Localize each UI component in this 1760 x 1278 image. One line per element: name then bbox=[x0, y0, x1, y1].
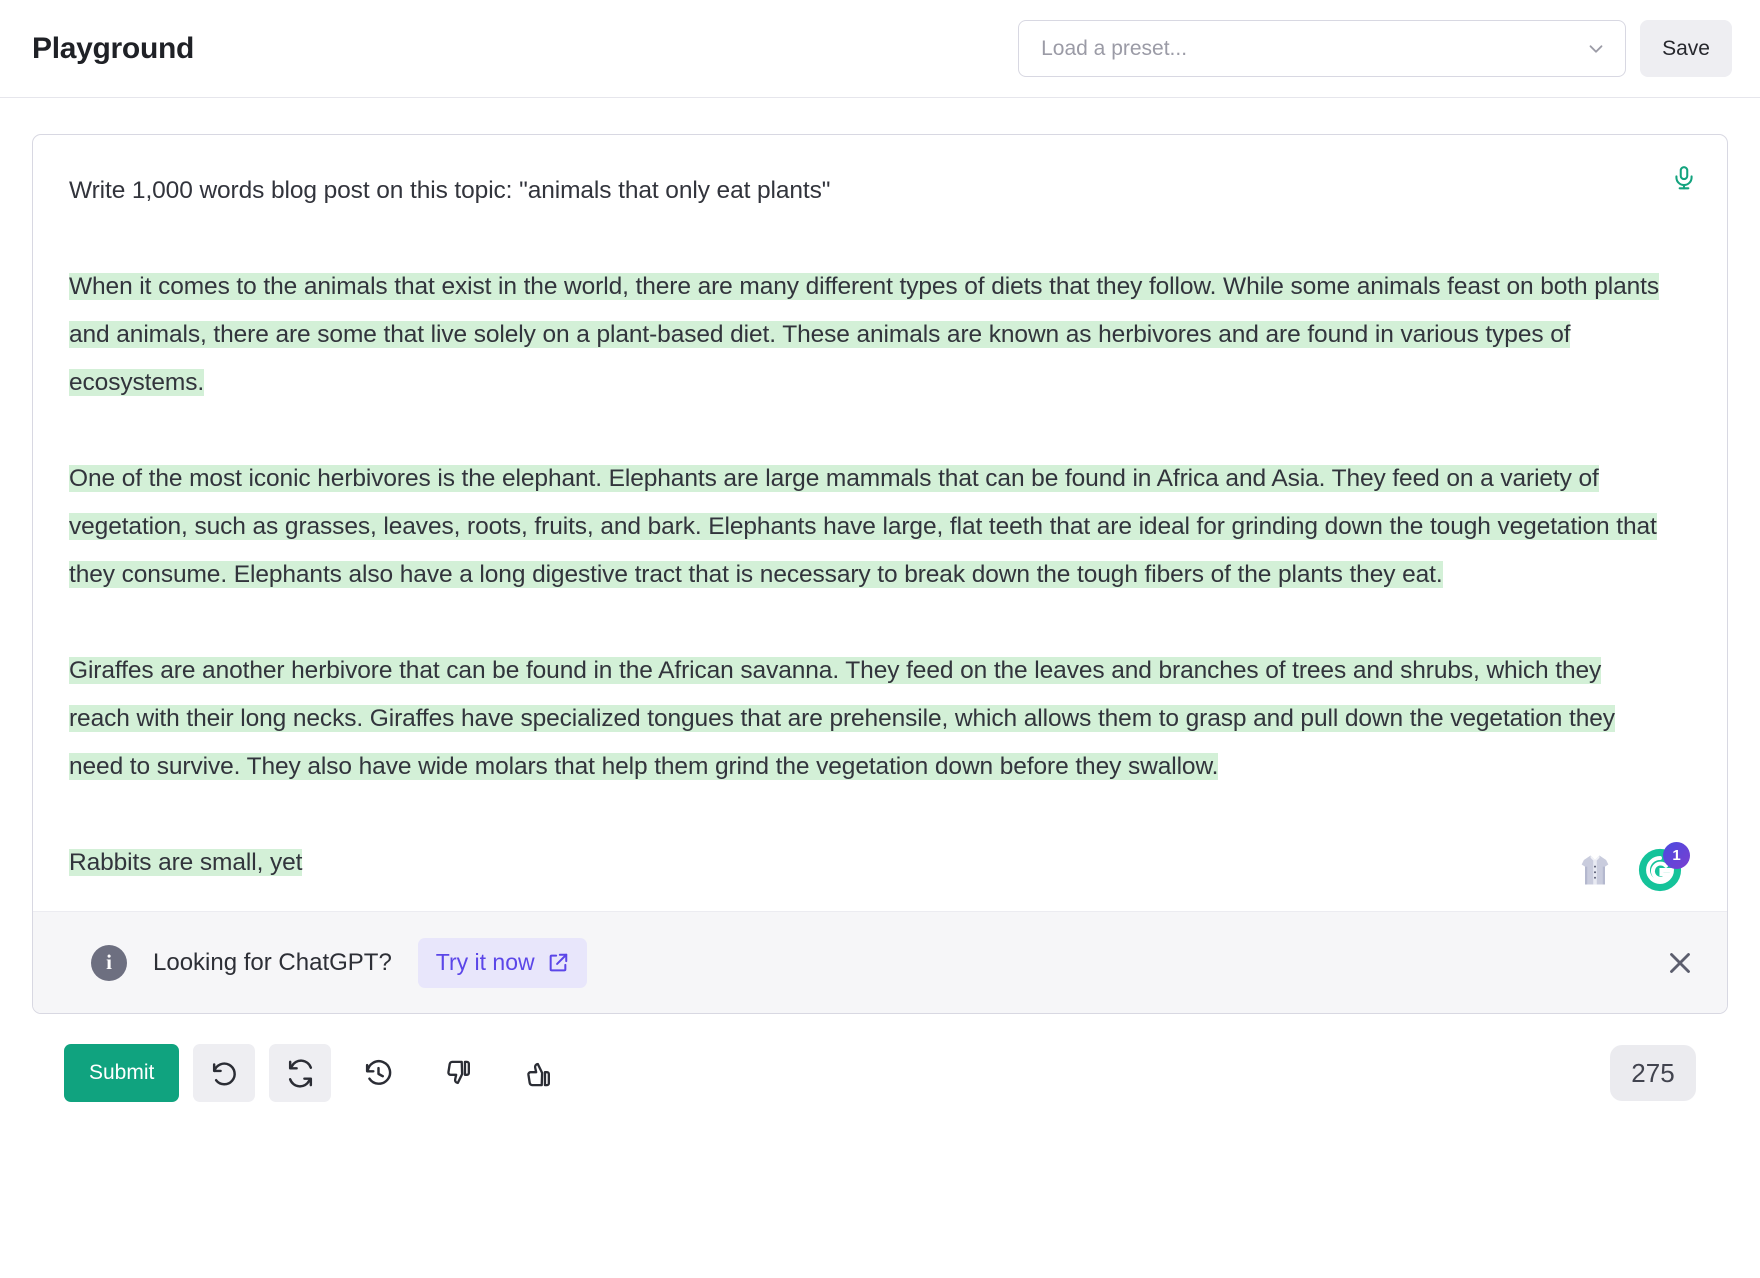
prompt-line: Write 1,000 words blog post on this topi… bbox=[69, 167, 1659, 215]
save-button[interactable]: Save bbox=[1640, 20, 1732, 77]
try-it-now-button[interactable]: Try it now bbox=[417, 937, 587, 988]
prompt-editor[interactable]: Write 1,000 words blog post on this topi… bbox=[33, 135, 1727, 911]
grammarly-logo-icon[interactable]: 1 bbox=[1637, 842, 1690, 893]
app-header: Playground Load a preset... Save bbox=[0, 0, 1760, 98]
main-content: Write 1,000 words blog post on this topi… bbox=[0, 98, 1760, 1102]
grammarly-notification-badge: 1 bbox=[1663, 842, 1690, 869]
thumbs-down-icon bbox=[447, 1060, 470, 1084]
submit-button[interactable]: Submit bbox=[64, 1044, 180, 1102]
preset-placeholder: Load a preset... bbox=[1041, 36, 1188, 60]
info-icon: i bbox=[91, 944, 127, 981]
thumbs-down-button[interactable] bbox=[425, 1044, 491, 1102]
header-actions: Load a preset... Save bbox=[1018, 20, 1732, 77]
generated-paragraph-1: When it comes to the animals that exist … bbox=[69, 263, 1659, 407]
try-it-now-label: Try it now bbox=[435, 949, 535, 975]
token-count-badge: 275 bbox=[1610, 1045, 1696, 1101]
prompt-text: Write 1,000 words blog post on this topi… bbox=[69, 177, 831, 204]
document-text: Write 1,000 words blog post on this topi… bbox=[69, 167, 1659, 887]
editor-card: Write 1,000 words blog post on this topi… bbox=[32, 134, 1728, 1014]
highlighted-text: When it comes to the animals that exist … bbox=[69, 273, 1660, 396]
history-clock-icon bbox=[365, 1059, 392, 1085]
generated-paragraph-3: Giraffes are another herbivore that can … bbox=[69, 647, 1659, 791]
microphone-icon[interactable] bbox=[1671, 165, 1697, 191]
thumbs-up-button[interactable] bbox=[505, 1044, 571, 1102]
chevron-down-icon bbox=[1589, 44, 1603, 53]
undo-button[interactable] bbox=[193, 1044, 256, 1102]
dress-shirt-icon[interactable] bbox=[1575, 850, 1615, 890]
external-link-icon bbox=[549, 953, 567, 971]
undo-icon bbox=[212, 1061, 236, 1085]
generated-paragraph-4: Rabbits are small, yet bbox=[69, 839, 1659, 887]
regenerate-button[interactable] bbox=[269, 1044, 332, 1102]
banner-message: Looking for ChatGPT? bbox=[153, 948, 392, 976]
thumbs-up-icon bbox=[527, 1062, 550, 1086]
chatgpt-banner: i Looking for ChatGPT? Try it now bbox=[33, 911, 1727, 1013]
preset-select[interactable]: Load a preset... bbox=[1018, 20, 1627, 77]
editor-overlay-icons: 1 bbox=[1575, 842, 1690, 893]
highlighted-text: Giraffes are another herbivore that can … bbox=[69, 657, 1615, 780]
close-icon[interactable] bbox=[1663, 946, 1697, 980]
generated-paragraph-2: One of the most iconic herbivores is the… bbox=[69, 455, 1659, 599]
page-title: Playground bbox=[32, 31, 195, 65]
refresh-icon bbox=[288, 1058, 312, 1088]
action-bar: Submit 275 bbox=[32, 1014, 1728, 1102]
highlighted-text: Rabbits are small, yet bbox=[69, 849, 303, 876]
highlighted-text: One of the most iconic herbivores is the… bbox=[69, 465, 1657, 588]
history-button[interactable] bbox=[345, 1044, 411, 1102]
